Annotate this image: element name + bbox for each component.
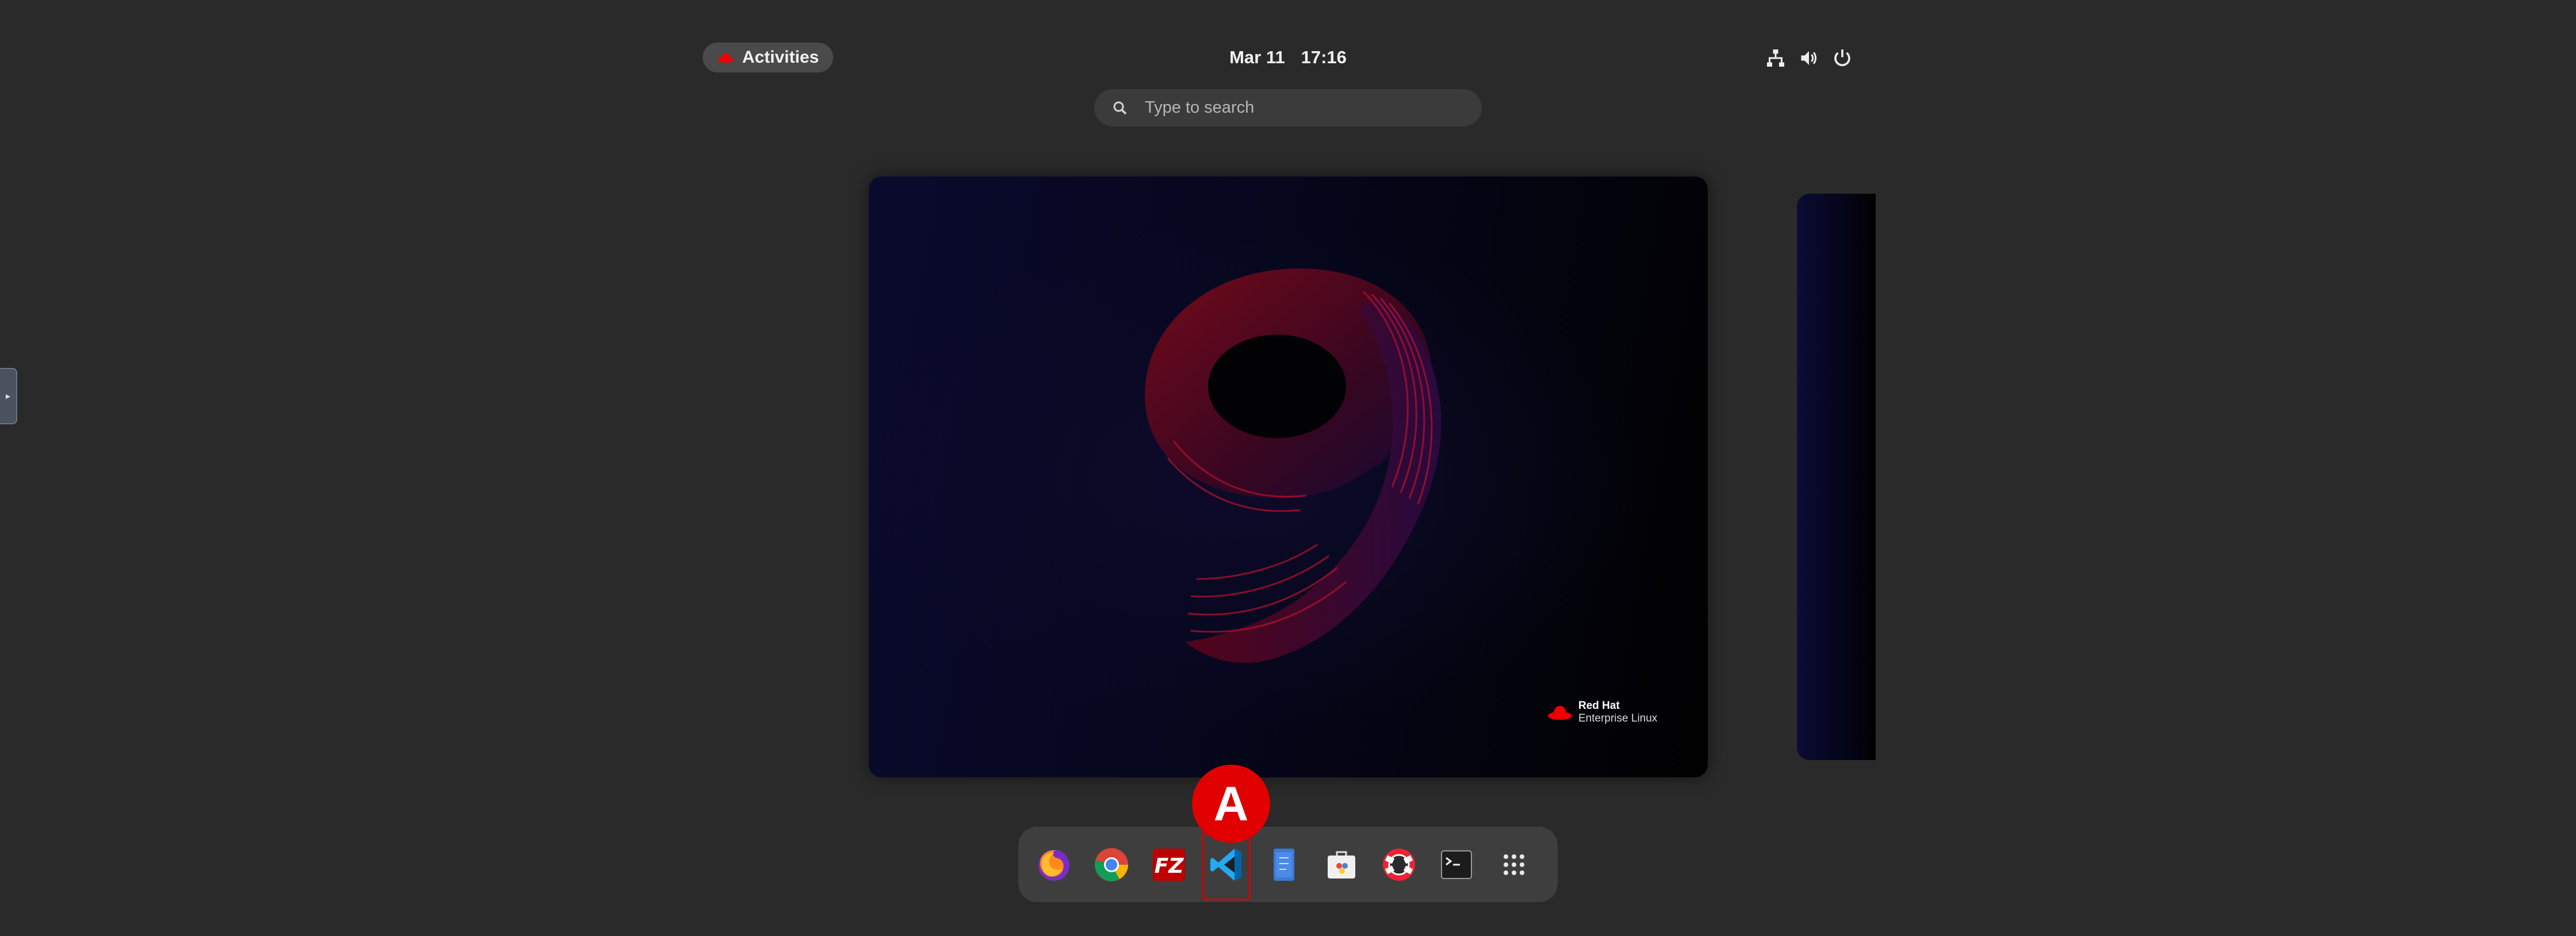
search-input[interactable] xyxy=(1144,98,1468,118)
background-area xyxy=(1876,0,2576,936)
chrome-icon xyxy=(1094,847,1128,881)
redhat-hat-icon xyxy=(1548,705,1572,720)
wallpaper-nine-graphic xyxy=(1145,268,1442,663)
dash-app-terminal[interactable] xyxy=(1437,845,1476,884)
annotation-marker: A xyxy=(1192,765,1270,843)
dash-app-help[interactable] xyxy=(1379,845,1419,884)
terminal-icon xyxy=(1441,850,1472,879)
workspace-thumbnail-2[interactable] xyxy=(1797,194,1877,760)
redhat-logo-icon xyxy=(717,53,734,63)
dash-app-firefox[interactable] xyxy=(1034,845,1074,884)
app-grid-icon xyxy=(1504,854,1524,875)
edge-panel-handle[interactable]: ▸ xyxy=(0,368,17,424)
help-icon xyxy=(1383,848,1415,881)
network-icon xyxy=(1767,49,1784,67)
search-icon xyxy=(1113,101,1127,114)
date-label: Mar 11 xyxy=(1229,47,1285,67)
activities-button[interactable]: Activities xyxy=(703,43,833,72)
vscode-icon xyxy=(1210,848,1241,881)
svg-text:FZ: FZ xyxy=(1155,854,1184,878)
dash: FZ xyxy=(1018,827,1558,902)
workspace-thumbnail[interactable]: Red Hat Enterprise Linux xyxy=(869,177,1708,777)
logo-line-2: Enterprise Linux xyxy=(1578,712,1658,724)
arrow-right-icon: ▸ xyxy=(5,392,11,401)
firefox-icon xyxy=(1038,849,1070,881)
logo-line-1: Red Hat xyxy=(1578,700,1620,712)
activities-label: Activities xyxy=(742,48,819,67)
system-menu-button[interactable] xyxy=(1765,44,1853,72)
dash-app-chrome[interactable] xyxy=(1092,845,1131,884)
filezilla-icon: FZ xyxy=(1153,848,1185,881)
dash-app-vscode[interactable] xyxy=(1202,827,1251,900)
search-box[interactable] xyxy=(1094,89,1482,126)
dash-app-text-editor[interactable] xyxy=(1264,845,1304,884)
dash-app-software[interactable] xyxy=(1322,845,1361,884)
text-editor-icon xyxy=(1274,848,1294,881)
software-icon xyxy=(1328,851,1355,879)
power-icon xyxy=(1834,49,1850,67)
dash-show-applications[interactable] xyxy=(1494,845,1534,884)
volume-icon xyxy=(1801,51,1817,65)
dash-app-filezilla[interactable]: FZ xyxy=(1149,845,1189,884)
redhat-enterprise-linux-logo: Red Hat Enterprise Linux xyxy=(1547,700,1657,725)
time-label: 17:16 xyxy=(1301,47,1347,67)
date-time-button[interactable]: Mar 11 17:16 xyxy=(1179,43,1397,72)
